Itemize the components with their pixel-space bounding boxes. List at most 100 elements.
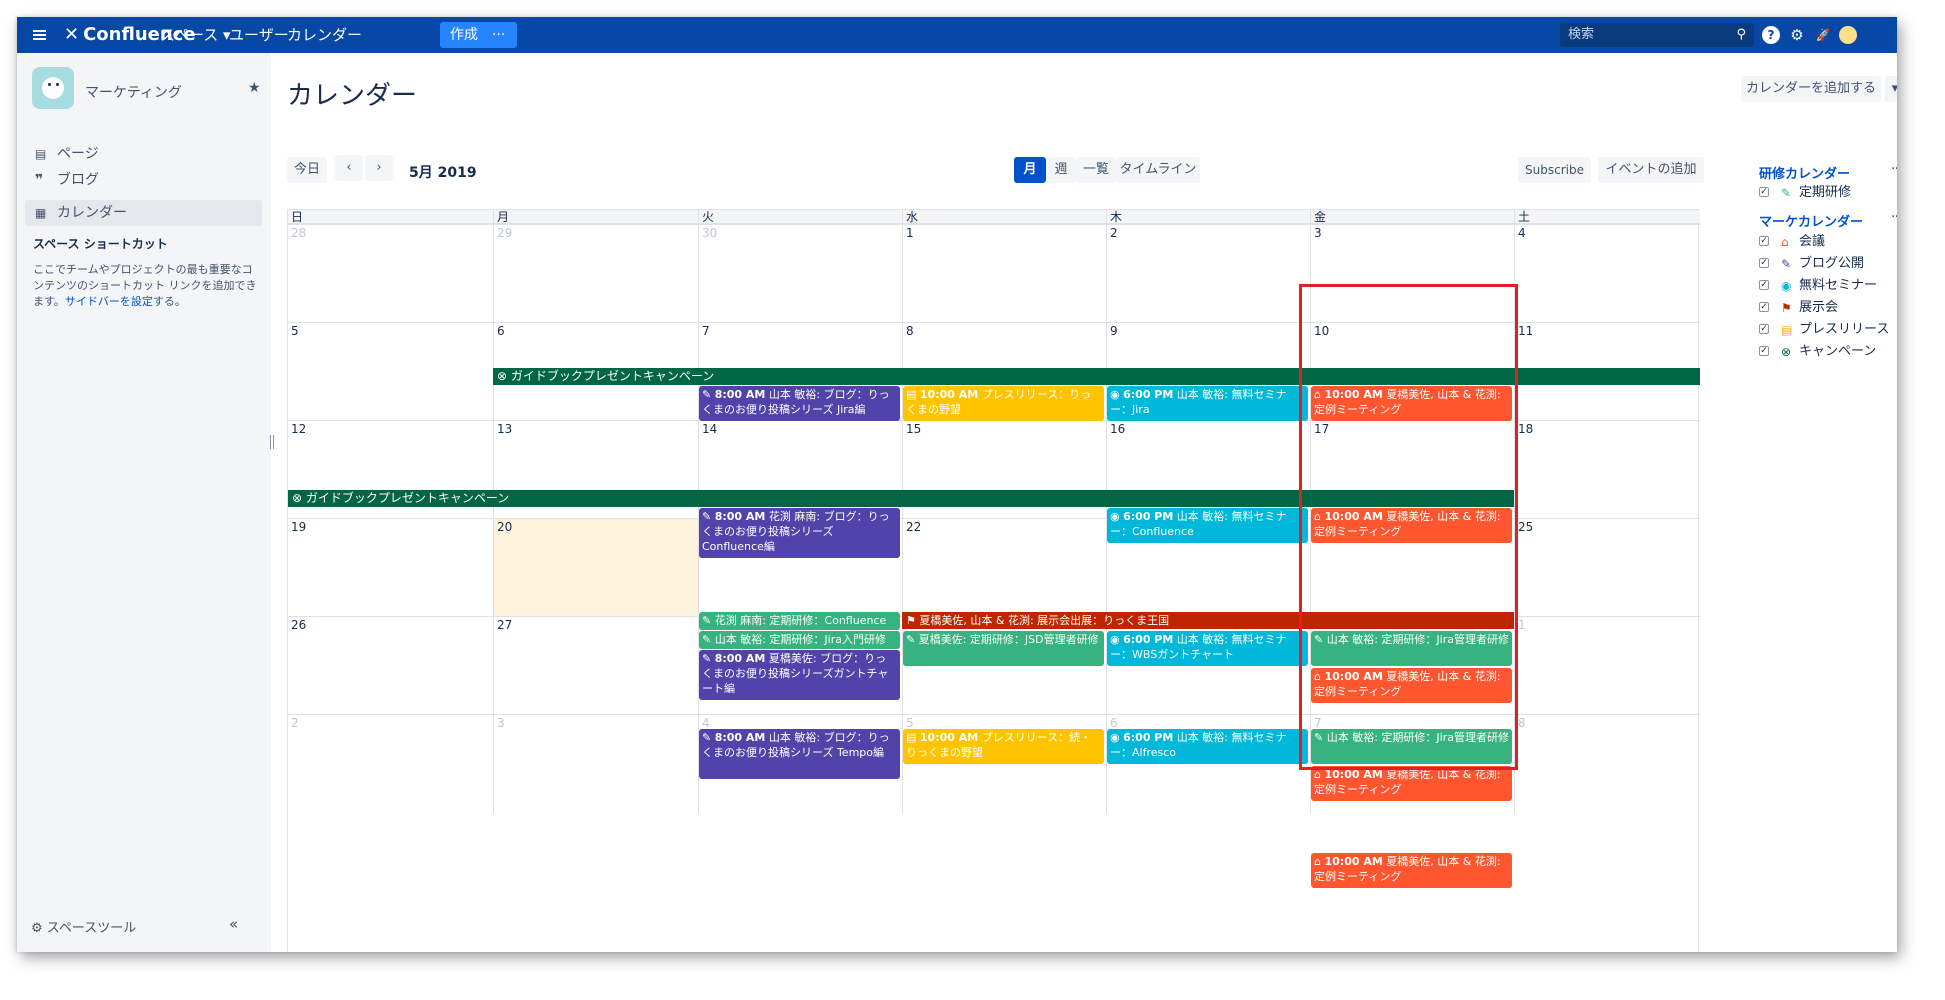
blog-event[interactable]: ✎ 8:00 AM 山本 敏裕: ブログ：りっくまのお便り投稿シリーズ Temp… xyxy=(699,729,900,779)
checkbox[interactable]: ✓ xyxy=(1759,187,1769,197)
blog-event[interactable]: ✎ 8:00 AM 夏橋美佐: ブログ：りっくまのお便り投稿シリーズガントチャー… xyxy=(699,650,900,700)
training-calendar-more[interactable]: ··· xyxy=(1891,161,1897,177)
day-cell[interactable]: 2 xyxy=(1106,224,1310,322)
day-cell[interactable]: 3 xyxy=(493,714,698,814)
search-input[interactable]: 検索 ⚲ xyxy=(1560,23,1754,47)
day-number: 5 xyxy=(291,324,299,338)
day-cell[interactable]: 1 xyxy=(1514,616,1700,714)
page-title: カレンダー xyxy=(287,81,418,111)
day-cell[interactable]: 29 xyxy=(493,224,698,322)
weekday-header: 日 xyxy=(288,210,493,224)
seminar-event[interactable]: ◉ 6:00 PM 山本 敏裕: 無料セミナー：Jira xyxy=(1107,386,1308,421)
top-navigation: ✕ Confluence スペース ▾ ユーザー カレンダー 作成 ··· 検索 ⚲… xyxy=(17,17,1897,53)
space-tools-button[interactable]: ⚙ スペースツール xyxy=(31,917,136,936)
weekday-header: 木 xyxy=(1106,210,1310,224)
sidebar-item-calendar[interactable]: ▦ カレンダー xyxy=(25,200,262,226)
day-cell[interactable]: 2 xyxy=(288,714,493,814)
sidebar-resize-handle[interactable] xyxy=(270,435,274,449)
campaign-event-bar[interactable]: ⊗ ガイドブックプレゼントキャンペーン xyxy=(493,368,1700,385)
day-number: 22 xyxy=(906,520,922,534)
day-cell[interactable]: 25 xyxy=(1514,518,1700,616)
meeting-event[interactable]: ⌂ 10:00 AM 夏橋美佐, 山本 & 花渕: 定例ミーティング xyxy=(1311,853,1512,888)
nav-calendars[interactable]: カレンダー xyxy=(287,17,362,53)
checkbox[interactable]: ✓ xyxy=(1759,346,1769,356)
seminar-event[interactable]: ◉ 6:00 PM 山本 敏裕: 無料セミナー：Alfresco xyxy=(1107,729,1308,764)
help-icon[interactable]: ? xyxy=(1762,26,1780,44)
day-cell[interactable]: 4 xyxy=(1514,224,1700,322)
weekday-header: 金 xyxy=(1310,210,1514,224)
checkbox[interactable]: ✓ xyxy=(1759,280,1769,290)
day-cell[interactable]: 5 xyxy=(288,322,493,420)
create-label: 作成 xyxy=(450,27,478,43)
menu-icon[interactable] xyxy=(33,17,49,53)
marketing-calendar-title[interactable]: マーケカレンダー xyxy=(1759,211,1863,230)
day-number: 8 xyxy=(906,324,914,338)
seminar-event[interactable]: ◉ 6:00 PM 山本 敏裕: 無料セミナー：Confluence xyxy=(1107,508,1308,543)
weekday-header: 火 xyxy=(698,210,902,224)
day-number: 18 xyxy=(1518,422,1534,436)
training-event[interactable]: ✎ 夏橋美佐: 定期研修：JSD管理者研修 xyxy=(903,631,1104,666)
space-logo[interactable] xyxy=(32,67,74,109)
day-cell[interactable]: 8 xyxy=(1514,714,1700,814)
subscribe-button[interactable]: Subscribe xyxy=(1518,157,1591,183)
day-cell[interactable]: 26 xyxy=(288,616,493,714)
meeting-event[interactable]: ⌂ 10:00 AM 夏橋美佐, 山本 & 花渕: 定例ミーティング xyxy=(1311,766,1512,801)
confluence-x-icon: ✕ xyxy=(64,24,80,45)
today-button[interactable]: 今日 xyxy=(287,157,327,183)
view-timeline-tab[interactable]: タイムライン xyxy=(1116,157,1200,183)
day-cell[interactable]: 30 xyxy=(698,224,902,322)
checkbox[interactable]: ✓ xyxy=(1759,236,1769,246)
sidebar-item-pages[interactable]: ▤ ページ xyxy=(25,141,262,167)
day-cell[interactable]: 27 xyxy=(493,616,698,714)
star-icon[interactable]: ★ xyxy=(248,80,261,96)
configure-sidebar-link[interactable]: サイドバーを設定 xyxy=(65,295,153,308)
prev-month-button[interactable]: ‹ xyxy=(335,155,363,181)
training-event[interactable]: ✎ 山本 敏裕: 定期研修：Jira入門研修 xyxy=(699,631,900,649)
gear-icon[interactable]: ⚙ xyxy=(1788,26,1806,44)
collapse-sidebar-icon[interactable]: « xyxy=(229,915,238,933)
blog-event[interactable]: ✎ 8:00 AM 花渕 麻南: ブログ：りっくまのお便り投稿シリーズ Conf… xyxy=(699,508,900,558)
day-cell[interactable]: 28 xyxy=(288,224,493,322)
seminar-event[interactable]: ◉ 6:00 PM 山本 敏裕: 無料セミナー：WBSガントチャート xyxy=(1107,631,1308,666)
add-calendar-dropdown[interactable]: ▾ xyxy=(1885,76,1897,102)
avatar[interactable] xyxy=(1839,26,1857,44)
sidebar-item-blog[interactable]: ❞ ブログ xyxy=(25,167,262,193)
day-cell[interactable]: 1 xyxy=(902,224,1106,322)
ball-icon: ⊗ xyxy=(292,491,303,505)
nav-spaces[interactable]: スペース ▾ xyxy=(160,17,231,53)
next-month-button[interactable]: › xyxy=(365,155,393,181)
day-cell[interactable]: 20 xyxy=(493,518,698,616)
ball-icon: ⊗ xyxy=(497,369,508,383)
training-calendar-title[interactable]: 研修カレンダー xyxy=(1759,163,1850,182)
weekday-header: 土 xyxy=(1514,210,1700,224)
nav-users[interactable]: ユーザー xyxy=(229,17,289,53)
view-week-tab[interactable]: 週 xyxy=(1046,157,1076,183)
day-number: 3 xyxy=(497,716,505,730)
day-number: 9 xyxy=(1110,324,1118,338)
day-number: 16 xyxy=(1110,422,1126,436)
day-number: 4 xyxy=(1518,226,1526,240)
day-number: 25 xyxy=(1518,520,1534,534)
press-release-event[interactable]: ▤ 10:00 AM プレスリリース：りっくまの野望 xyxy=(903,386,1104,421)
blog-event[interactable]: ✎ 8:00 AM 山本 敏裕: ブログ：りっくまのお便り投稿シリーズ Jira… xyxy=(699,386,900,421)
day-number: 2 xyxy=(1110,226,1118,240)
training-event[interactable]: ✎ 花渕 麻南: 定期研修：Confluence xyxy=(699,612,900,630)
press-release-event[interactable]: ▤ 10:00 AM プレスリリース：続・りっくまの野望 xyxy=(903,729,1104,764)
checkbox[interactable]: ✓ xyxy=(1759,258,1769,268)
create-button[interactable]: 作成 ··· xyxy=(440,22,517,48)
checkbox[interactable]: ✓ xyxy=(1759,324,1769,334)
notifications-icon[interactable]: 🚀 xyxy=(1814,26,1832,44)
day-cell[interactable]: 19 xyxy=(288,518,493,616)
view-list-tab[interactable]: 一覧 xyxy=(1076,157,1116,183)
add-calendar-button[interactable]: カレンダーを追加する xyxy=(1741,76,1881,102)
space-name[interactable]: マーケティング xyxy=(85,82,182,102)
day-cell[interactable]: 18 xyxy=(1514,420,1700,518)
create-more-icon[interactable]: ··· xyxy=(492,22,505,48)
view-month-tab[interactable]: 月 xyxy=(1014,157,1046,183)
shortcuts-text-3: ます。サイドバーを設定する。 xyxy=(33,295,186,308)
pencil-icon: ✎ xyxy=(1781,257,1792,271)
checkbox[interactable]: ✓ xyxy=(1759,302,1769,312)
marketing-calendar-more[interactable]: ··· xyxy=(1891,209,1897,225)
day-cell[interactable]: 22 xyxy=(902,518,1106,616)
add-event-button[interactable]: イベントの追加 xyxy=(1598,157,1704,183)
